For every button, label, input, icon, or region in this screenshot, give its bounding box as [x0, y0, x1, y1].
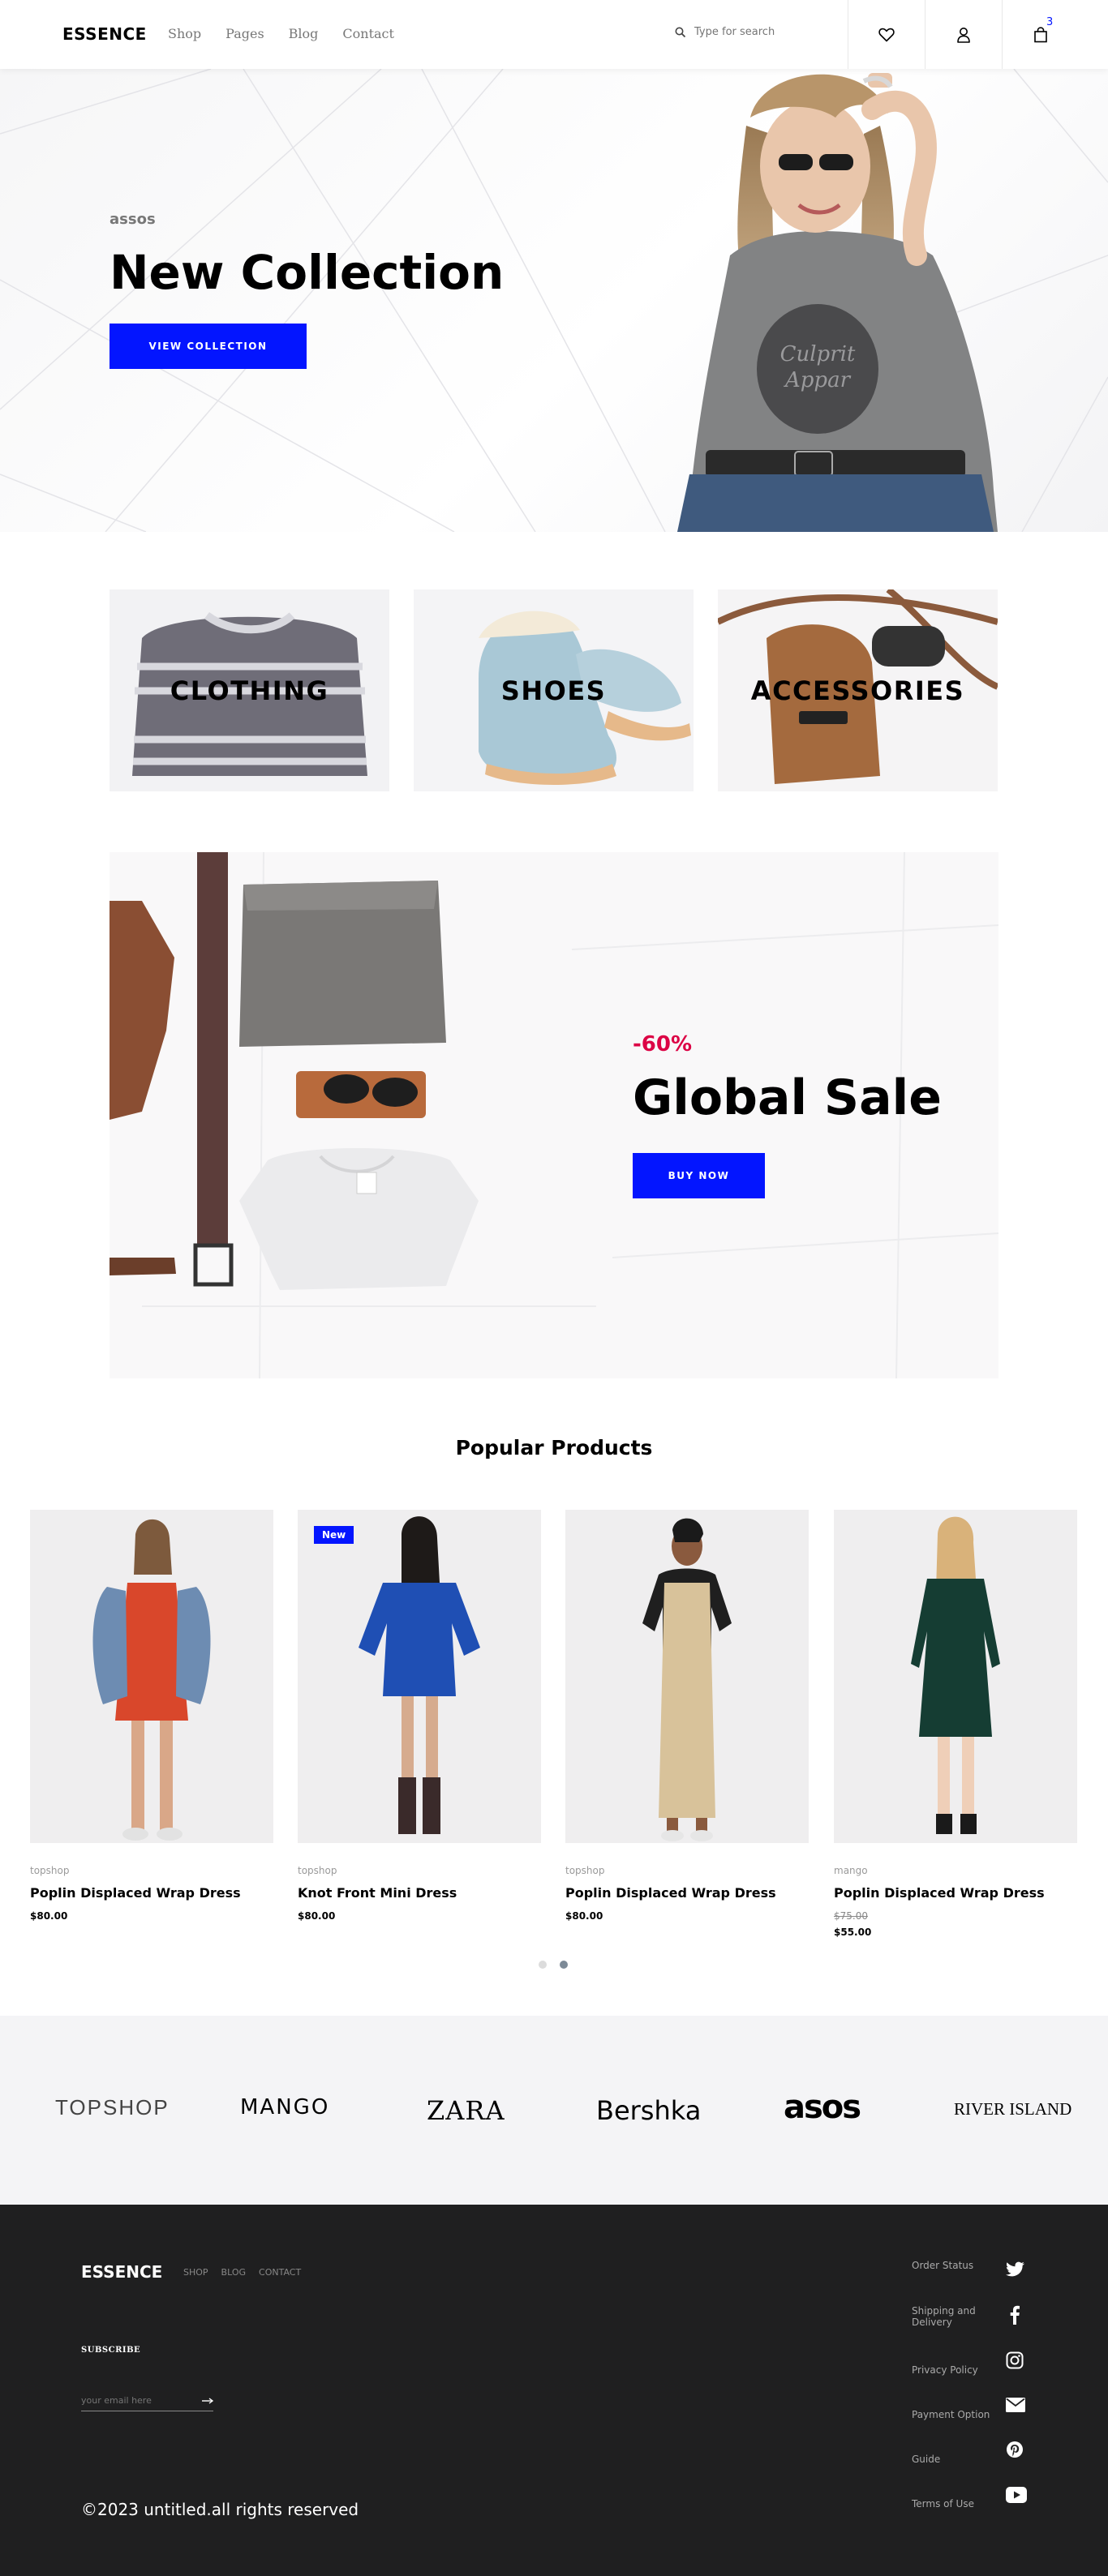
dress-photo	[565, 1510, 809, 1843]
product-name[interactable]: Poplin Displaced Wrap Dress	[834, 1885, 1077, 1901]
svg-text:Culprit: Culprit	[780, 342, 856, 366]
facebook-icon[interactable]	[1010, 2305, 1020, 2325]
new-badge: New	[314, 1526, 354, 1544]
product-card: mango Poplin Displaced Wrap Dress $75.00…	[834, 1510, 1077, 1938]
site-logo[interactable]: ESSENCE	[62, 24, 147, 44]
cart-button[interactable]: 3	[1002, 0, 1079, 69]
copyright-text: ©2023 untitled.all rights reserved	[81, 2500, 359, 2519]
product-brand: topshop	[565, 1865, 605, 1876]
carousel-dot-2[interactable]	[560, 1961, 568, 1969]
product-card: topshop Poplin Displaced Wrap Dress $80.…	[565, 1510, 809, 1922]
carousel-dot-1[interactable]	[539, 1961, 547, 1969]
product-price: $80.00	[30, 1910, 68, 1922]
footer-link-privacy[interactable]: Privacy Policy	[912, 2364, 993, 2376]
category-card-clothing[interactable]: CLOTHING	[110, 589, 389, 791]
hero-banner: assos New Collection VIEW COLLECTION Cul…	[0, 69, 1108, 532]
view-collection-button[interactable]: VIEW COLLECTION	[110, 324, 307, 369]
product-image[interactable]: New	[298, 1510, 541, 1843]
category-card-shoes[interactable]: SHOES	[414, 589, 694, 791]
hero-title: New Collection	[110, 245, 505, 300]
buy-now-button[interactable]: BUY NOW	[633, 1153, 765, 1198]
site-footer: ESSENCE SHOP BLOG CONTACT SUBSCRIBE ©202…	[0, 2205, 1108, 2576]
brand-logo-bershka[interactable]: Bershka	[596, 2095, 701, 2126]
dress-photo	[298, 1510, 541, 1843]
header-actions: 3	[848, 0, 1079, 69]
footer-link-terms[interactable]: Terms of Use	[912, 2498, 993, 2510]
youtube-icon[interactable]	[1006, 2487, 1027, 2503]
product-image[interactable]	[834, 1510, 1077, 1843]
subscribe-form	[81, 2390, 213, 2411]
category-label-clothing: CLOTHING	[170, 675, 329, 706]
hero-brand-label: assos	[110, 211, 156, 228]
heart-icon	[878, 28, 895, 41]
brand-logo-river-island[interactable]: RIVER ISLAND	[954, 2099, 1071, 2120]
product-old-price: $75.00	[834, 1910, 868, 1922]
brand-logo-zara[interactable]: ZARA	[427, 2095, 505, 2126]
category-label-shoes: SHOES	[500, 675, 607, 706]
nav-shop[interactable]: Shop	[168, 26, 201, 41]
pinterest-icon[interactable]	[1006, 2441, 1024, 2458]
brand-logo-topshop[interactable]: TOPSHOP	[55, 2095, 170, 2120]
footer-nav-contact[interactable]: CONTACT	[259, 2267, 301, 2278]
search-icon	[675, 27, 686, 37]
popular-products-title: Popular Products	[455, 1436, 653, 1459]
footer-link-guide[interactable]: Guide	[912, 2454, 993, 2465]
dress-photo	[30, 1510, 273, 1843]
product-image[interactable]	[565, 1510, 809, 1843]
site-header: ESSENCE Shop Pages Blog Contact 3	[0, 0, 1108, 69]
brand-logo-mango[interactable]: MANGO	[240, 2095, 329, 2120]
product-brand: topshop	[298, 1865, 337, 1876]
nav-contact[interactable]: Contact	[342, 26, 394, 41]
footer-logo[interactable]: ESSENCE	[81, 2262, 162, 2282]
category-card-accessories[interactable]: ACCESSORIES	[718, 589, 998, 791]
svg-text:Appar: Appar	[784, 368, 852, 392]
product-image[interactable]	[30, 1510, 273, 1843]
footer-nav: SHOP BLOG CONTACT	[183, 2267, 301, 2278]
brand-logos-strip: TOPSHOP MANGO ZARA Bershka asos RIVER IS…	[0, 2016, 1108, 2205]
subscribe-heading: SUBSCRIBE	[81, 2346, 141, 2355]
product-brand: mango	[834, 1865, 868, 1876]
email-field[interactable]	[81, 2395, 187, 2406]
category-label-accessories: ACCESSORIES	[750, 675, 965, 706]
footer-link-payment[interactable]: Payment Option	[912, 2409, 993, 2420]
main-nav: Shop Pages Blog Contact	[168, 26, 394, 41]
product-price: $55.00	[834, 1927, 872, 1938]
search-input[interactable]	[694, 26, 832, 38]
user-icon	[957, 27, 970, 43]
shopping-bag-icon	[1034, 26, 1047, 42]
nav-pages[interactable]: Pages	[225, 26, 264, 41]
sale-discount-label: -60%	[633, 1032, 693, 1057]
arrow-right-icon[interactable]	[202, 2397, 213, 2404]
footer-nav-shop[interactable]: SHOP	[183, 2267, 208, 2278]
product-name[interactable]: Knot Front Mini Dress	[298, 1885, 541, 1901]
hero-model-image: Culprit Appar	[677, 73, 998, 532]
product-name[interactable]: Poplin Displaced Wrap Dress	[565, 1885, 809, 1901]
product-name[interactable]: Poplin Displaced Wrap Dress	[30, 1885, 273, 1901]
twitter-icon[interactable]	[1006, 2261, 1025, 2278]
product-brand: topshop	[30, 1865, 70, 1876]
footer-link-shipping[interactable]: Shipping and Delivery	[912, 2305, 993, 2328]
product-price: $80.00	[565, 1910, 603, 1922]
product-card: topshop Poplin Displaced Wrap Dress $80.…	[30, 1510, 273, 1922]
dress-photo	[834, 1510, 1077, 1843]
instagram-icon[interactable]	[1006, 2351, 1024, 2369]
email-icon[interactable]	[1006, 2398, 1025, 2412]
wishlist-button[interactable]	[848, 0, 925, 69]
footer-nav-blog[interactable]: BLOG	[221, 2267, 246, 2278]
product-card: New topshop Knot Front Mini Dress $80.00	[298, 1510, 541, 1922]
footer-link-order-status[interactable]: Order Status	[912, 2260, 993, 2271]
global-sale-banner: -60% Global Sale BUY NOW	[110, 852, 998, 1378]
brand-logo-asos[interactable]: asos	[784, 2089, 861, 2126]
sale-title: Global Sale	[633, 1069, 942, 1126]
nav-blog[interactable]: Blog	[289, 26, 319, 41]
product-price: $80.00	[298, 1910, 336, 1922]
search-bar	[675, 26, 837, 38]
carousel-pagination	[539, 1961, 568, 1969]
cart-count-badge: 3	[1046, 16, 1054, 28]
account-button[interactable]	[925, 0, 1002, 69]
